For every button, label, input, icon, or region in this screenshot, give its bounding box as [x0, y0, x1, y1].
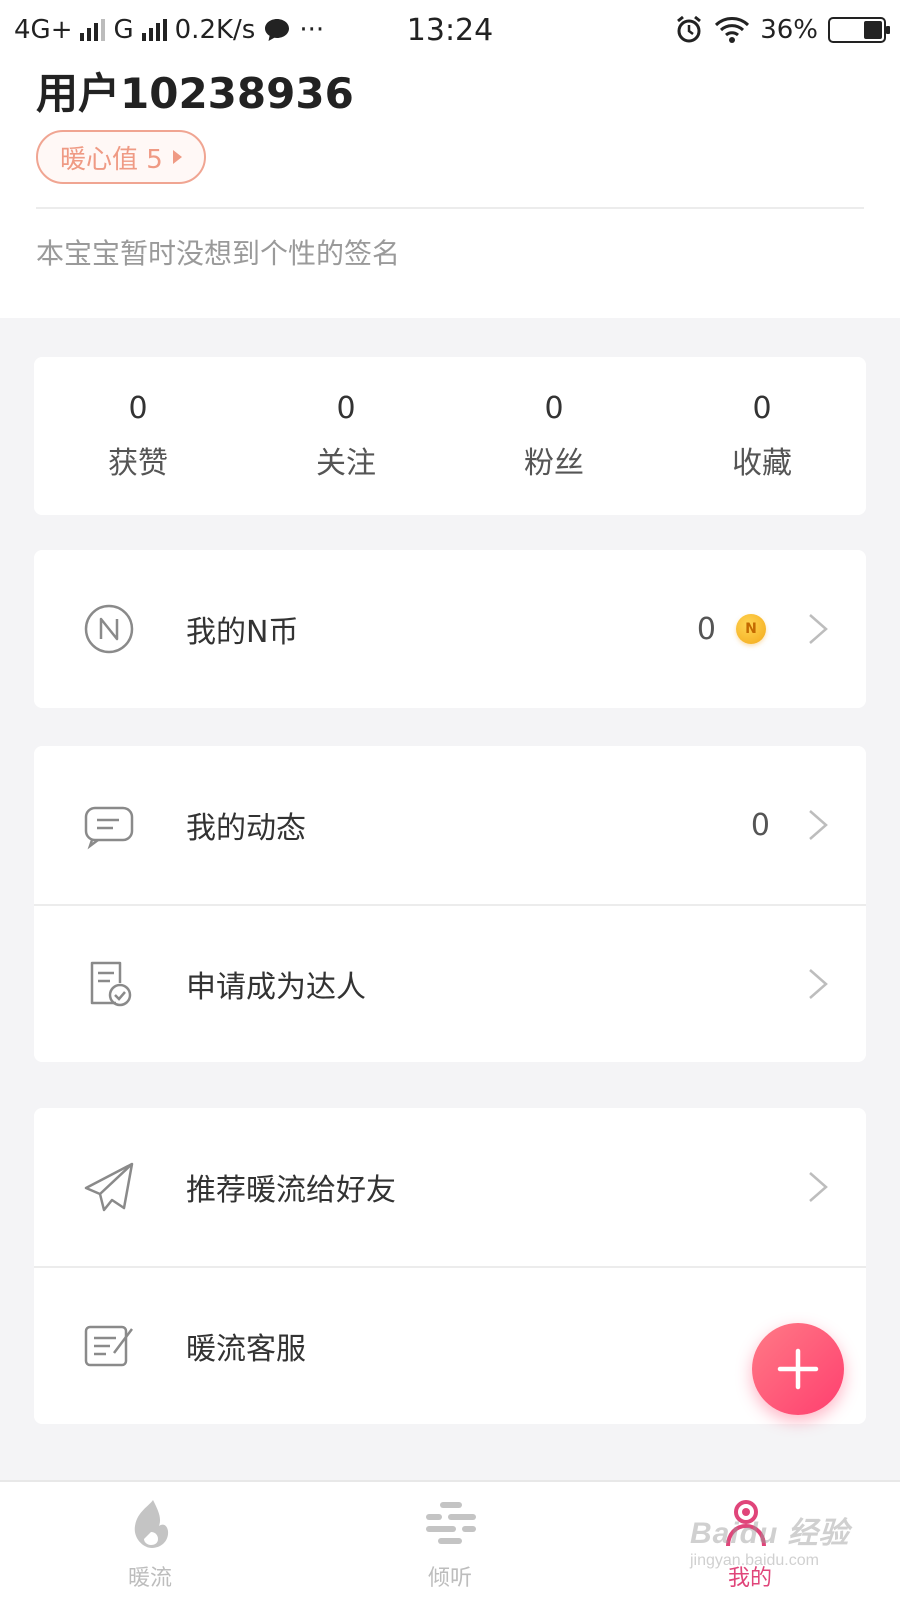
- menu-label: 我的动态: [186, 811, 306, 846]
- stat-value: 0: [336, 390, 356, 426]
- stat-fans[interactable]: 0 粉丝: [450, 357, 658, 515]
- coins-card: 我的N币 0 N: [34, 550, 866, 708]
- posts-count: 0: [750, 807, 770, 843]
- chevron-right-icon: [809, 969, 828, 999]
- signature[interactable]: 本宝宝暂时没想到个性的签名: [36, 232, 400, 272]
- chat-bubble-icon: [265, 19, 290, 41]
- username: 用户10238936: [36, 69, 354, 118]
- gold-coin-icon: N: [736, 614, 766, 644]
- status-left: 4G+ G 0.2K/s ···: [14, 15, 674, 45]
- tab-listen[interactable]: 倾听: [300, 1482, 600, 1600]
- stat-likes[interactable]: 0 获赞: [34, 357, 242, 515]
- more-dots: ···: [299, 15, 325, 45]
- network-type-2: G: [113, 15, 134, 45]
- menu-recommend-friends[interactable]: 推荐暖流给好友: [34, 1108, 866, 1266]
- battery-fill: [864, 21, 882, 39]
- activity-card: 我的动态 0 申请成为达人: [34, 746, 866, 1062]
- network-type-1: 4G+: [14, 15, 73, 45]
- watermark-main: Baidu 经验: [690, 1517, 850, 1550]
- watermark-sub: jingyan.baidu.com: [690, 1552, 819, 1569]
- support-card: 推荐暖流给好友 暖流客服: [34, 1108, 866, 1424]
- stat-following[interactable]: 0 关注: [242, 357, 450, 515]
- status-right: 36%: [674, 15, 890, 45]
- menu-my-posts[interactable]: 我的动态 0: [34, 746, 866, 904]
- add-post-button[interactable]: [752, 1323, 844, 1415]
- tab-label: 倾听: [427, 1566, 472, 1591]
- menu-label: 推荐暖流给好友: [186, 1173, 396, 1208]
- menu-my-coins[interactable]: 我的N币 0 N: [34, 550, 866, 708]
- plus-icon: [777, 1348, 819, 1390]
- stats-card: 0 获赞 0 关注 0 粉丝 0 收藏: [34, 357, 866, 515]
- profile-header: 用户10238936 暖心值 5 本宝宝暂时没想到个性的签名: [0, 60, 900, 318]
- stat-label: 粉丝: [524, 445, 584, 481]
- application-form-icon: [90, 961, 132, 1007]
- chevron-right-icon: [809, 810, 828, 840]
- battery-icon: [828, 17, 890, 43]
- menu-customer-service[interactable]: 暖流客服: [34, 1266, 866, 1424]
- baidu-watermark: Baidu 经验 jingyan.baidu.com: [690, 1508, 880, 1578]
- stat-value: 0: [752, 390, 772, 426]
- status-bar: 4G+ G 0.2K/s ··· 13:24 36%: [0, 0, 900, 60]
- stat-label: 收藏: [732, 445, 792, 481]
- network-speed: 0.2K/s: [174, 15, 256, 45]
- menu-label: 暖流客服: [186, 1332, 306, 1367]
- paper-plane-icon: [84, 1162, 134, 1212]
- tab-label: 暖流: [127, 1566, 172, 1591]
- signal-icon: [80, 19, 106, 41]
- stat-value: 0: [128, 390, 148, 426]
- stat-label: 获赞: [108, 445, 168, 481]
- menu-label: 我的N币: [186, 615, 299, 650]
- chevron-right-icon: [809, 1172, 828, 1202]
- menu-label: 申请成为达人: [186, 970, 366, 1005]
- n-coin-outline-icon: [84, 604, 134, 654]
- stat-value: 0: [544, 390, 564, 426]
- message-icon: [84, 806, 134, 850]
- wifi-icon: [715, 17, 750, 43]
- edit-note-icon: [84, 1325, 133, 1367]
- alarm-icon: [677, 15, 702, 43]
- tab-warm-stream[interactable]: 暖流: [0, 1482, 300, 1600]
- listen-icon: [426, 1502, 476, 1544]
- stat-label: 关注: [316, 445, 376, 481]
- battery-percent: 36%: [760, 15, 818, 45]
- warm-value-label: 暖心值 5: [60, 144, 163, 175]
- menu-apply-expert[interactable]: 申请成为达人: [34, 904, 866, 1062]
- profile-divider: [36, 207, 864, 209]
- stat-favorites[interactable]: 0 收藏: [658, 357, 866, 515]
- signal-icon-2: [141, 19, 167, 41]
- play-arrow-icon: [172, 150, 182, 164]
- warm-value-badge[interactable]: 暖心值 5: [36, 130, 206, 184]
- chevron-right-icon: [809, 614, 828, 644]
- flame-icon: [134, 1500, 169, 1548]
- coins-count: 0: [696, 611, 716, 647]
